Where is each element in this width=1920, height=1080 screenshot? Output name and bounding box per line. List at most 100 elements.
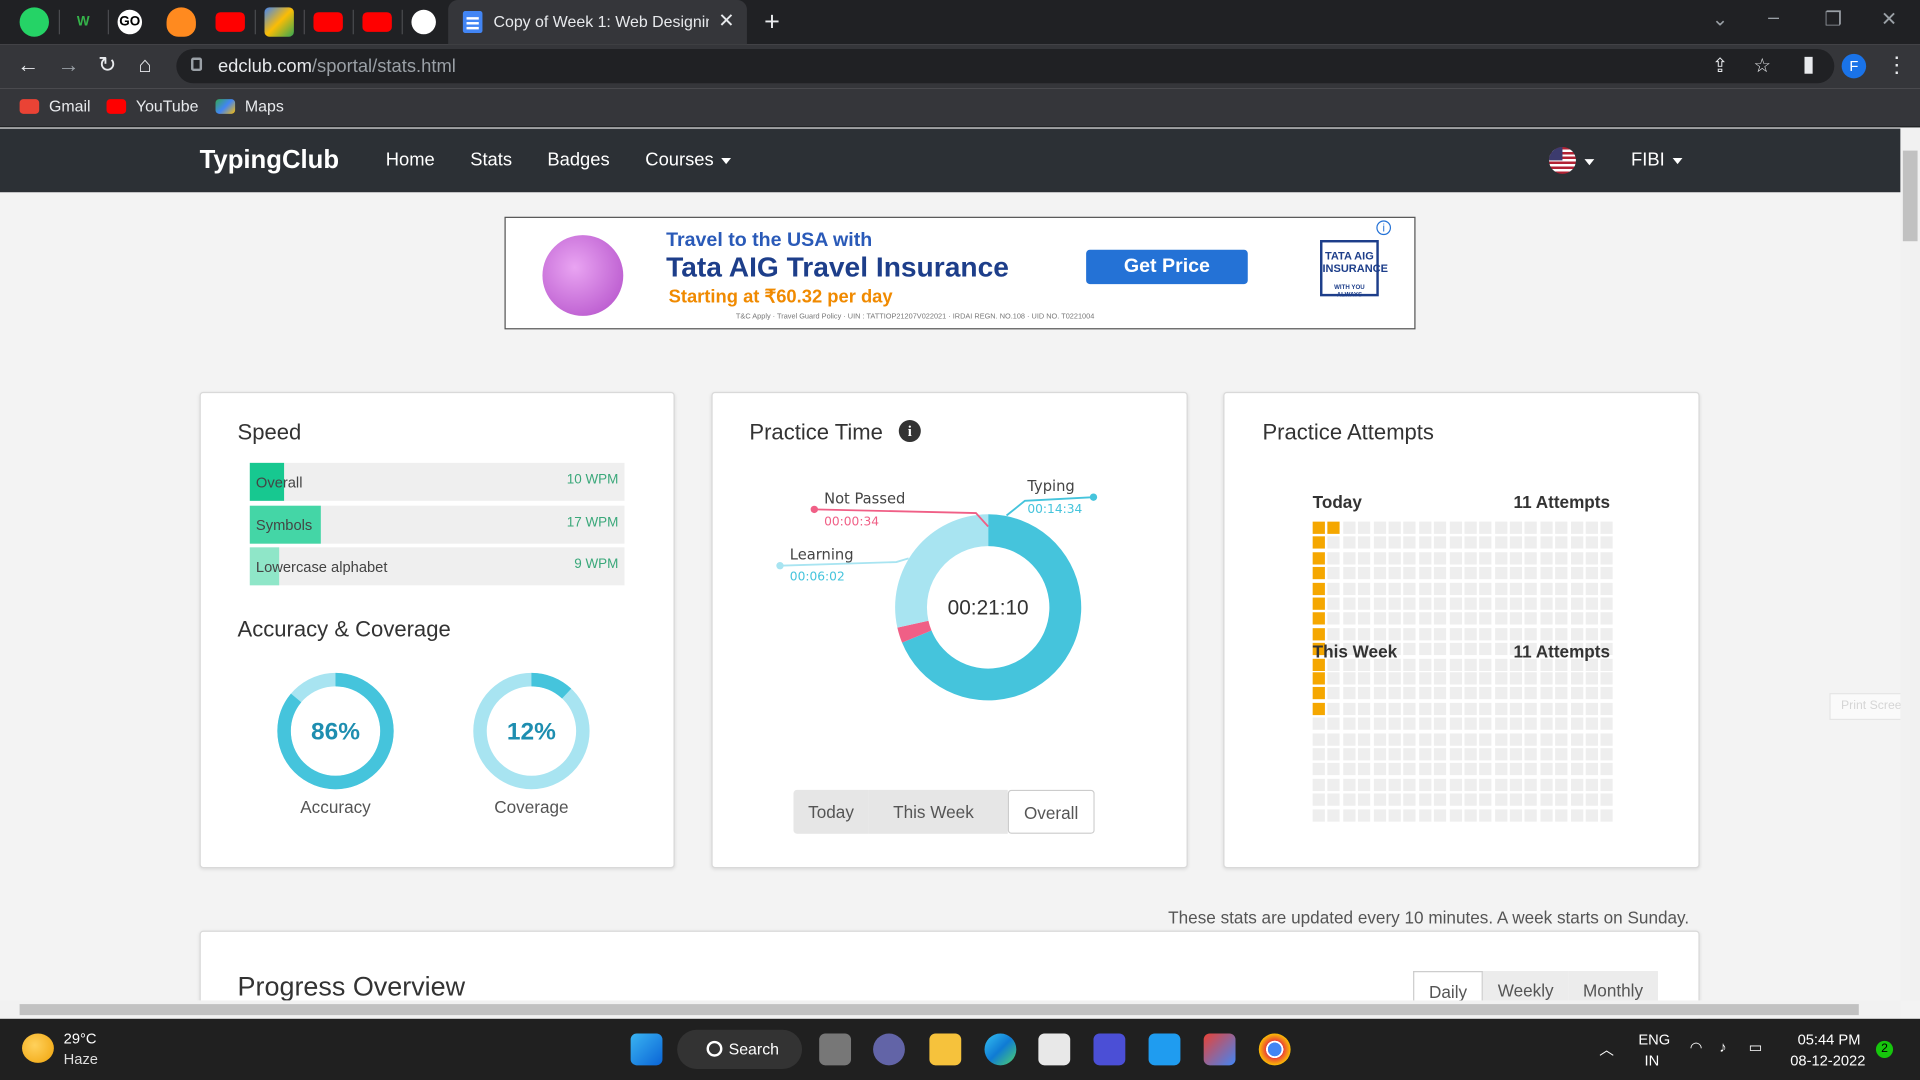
lock-icon[interactable] [191,57,203,72]
git-app-icon[interactable] [1203,1033,1236,1066]
youtube-tab-icon[interactable] [215,12,245,32]
attempt-cell [1388,702,1401,715]
tab-today[interactable]: Today [793,789,869,834]
share-icon[interactable]: ⇪ [1712,54,1728,78]
weather-icon[interactable] [22,1033,54,1063]
attempt-cell [1494,658,1507,671]
chrome-icon[interactable] [1258,1033,1291,1066]
scroll-thumb[interactable] [19,1004,1859,1016]
youtube-tab-icon[interactable] [313,12,343,32]
volume-icon[interactable]: ♪ [1719,1038,1726,1055]
nav-stats[interactable]: Stats [470,149,512,170]
horizontal-scrollbar[interactable] [0,1000,1901,1019]
chevron-down-icon [721,157,731,164]
address-bar[interactable]: edclub.com/sportal/stats.html ⇪ ☆ [176,48,1835,84]
chevron-up-icon[interactable]: ︿ [1599,1038,1614,1059]
minimize-icon[interactable]: – [1768,7,1779,29]
attempt-cell [1600,521,1614,534]
attempt-cell [1434,658,1447,671]
new-tab-icon[interactable]: + [764,6,780,38]
close-window-icon[interactable]: ✕ [1881,7,1897,31]
forward-icon[interactable]: → [58,53,80,79]
youtube-tab-icon[interactable] [362,12,392,32]
nav-home[interactable]: Home [386,149,435,170]
whatsapp-tab-icon[interactable] [19,7,49,37]
attempt-cell [1327,763,1341,776]
w-tab-icon[interactable]: W [69,7,98,36]
edge-icon[interactable] [984,1033,1017,1066]
back-icon[interactable]: ← [17,53,39,79]
scroll-thumb[interactable] [1902,150,1918,242]
attempt-cell [1312,567,1325,580]
attempt-cell [1555,582,1568,595]
ad-info-icon[interactable]: i [1376,220,1392,236]
vscode-icon[interactable] [1148,1033,1181,1066]
today-label: Today [1312,492,1362,512]
tab-search-icon[interactable]: ⌄ [1712,7,1728,31]
chevron-down-icon[interactable] [1584,159,1595,166]
attempt-cell [1570,582,1583,595]
attempt-cell [1449,687,1462,700]
attempt-cell [1464,597,1477,610]
bookmark-youtube[interactable]: YouTube [106,97,198,115]
attempt-cell [1403,627,1416,641]
brand-logo[interactable]: TypingClub [200,146,339,175]
attempt-cell [1403,582,1416,595]
attempt-cell [1358,582,1371,595]
fire-tab-icon[interactable] [166,7,196,37]
vertical-scrollbar[interactable] [1900,128,1920,1001]
side-panel-icon[interactable]: ▮ [1802,51,1814,77]
today-count: 11 Attempts [1513,492,1611,512]
clock-time[interactable]: 05:44 PM [1798,1031,1861,1048]
attempts-title: Practice Attempts [1262,420,1434,445]
user-menu[interactable]: FIBI [1631,149,1682,170]
get-price-button[interactable]: Get Price [1086,249,1248,285]
bookmark-star-icon[interactable]: ☆ [1753,54,1771,78]
go-tab-icon[interactable]: GO [117,9,143,35]
active-tab[interactable]: Copy of Week 1: Web Designing ✕ [448,0,747,45]
attempt-cell [1434,597,1447,610]
attempt-cell [1358,551,1371,565]
attempt-cell [1585,778,1599,791]
reload-icon[interactable]: ↻ [98,53,116,79]
tab-this-week[interactable]: This Week [868,789,1009,834]
attempt-cell [1600,748,1614,761]
attempt-cell [1434,717,1447,731]
ads-tab-icon[interactable] [264,7,294,37]
windows-start-icon[interactable] [630,1033,663,1066]
attempt-cell [1600,778,1614,791]
task-view-icon[interactable] [819,1033,852,1066]
pen-app-icon[interactable] [1093,1033,1126,1066]
notification-badge[interactable]: 2 [1875,1040,1894,1058]
home-icon[interactable]: ⌂ [138,53,151,79]
bookmark-maps[interactable]: Maps [215,97,284,115]
teams-icon[interactable] [873,1033,905,1066]
ad-banner[interactable]: Travel to the USA with Tata AIG Travel I… [504,216,1416,330]
language[interactable]: ENG [1638,1031,1670,1048]
bookmark-gmail[interactable]: Gmail [19,97,91,115]
github-tab-icon[interactable] [411,9,436,35]
tab-divider [107,9,109,35]
wifi-icon[interactable]: ◠ [1690,1038,1703,1055]
info-icon[interactable]: i [898,420,921,443]
us-flag-icon[interactable] [1548,146,1576,174]
battery-icon[interactable]: ▭ [1749,1038,1763,1055]
tab-overall[interactable]: Overall [1008,789,1095,834]
attempt-cell [1388,612,1401,625]
attempt-cell [1600,793,1614,806]
attempt-cell [1403,778,1416,791]
attempt-cell [1540,551,1553,565]
nav-courses[interactable]: Courses [645,149,731,170]
menu-dots-icon[interactable]: ⋮ [1886,53,1908,79]
clock-date[interactable]: 08-12-2022 [1790,1052,1865,1069]
nav-badges[interactable]: Badges [547,149,609,170]
store-icon[interactable] [1038,1033,1071,1066]
attempt-cell [1585,567,1599,580]
restore-icon[interactable]: ❐ [1825,7,1843,31]
close-tab-icon[interactable]: ✕ [718,9,734,33]
attempt-cell [1403,763,1416,776]
attempt-cell [1449,748,1462,761]
taskbar-search[interactable]: Search [677,1029,803,1069]
file-explorer-icon[interactable] [929,1033,962,1066]
profile-avatar[interactable]: F [1841,53,1867,79]
